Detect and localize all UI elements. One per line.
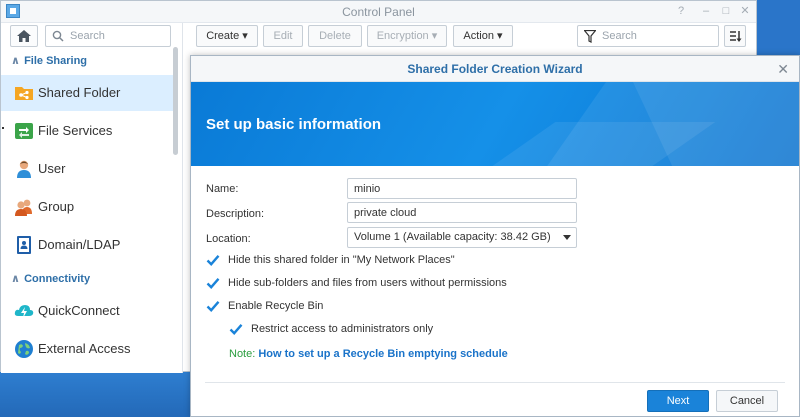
location-selected-value: Volume 1 (Available capacity: 38.42 GB) … <box>354 231 554 243</box>
filter-icon <box>584 30 596 43</box>
sidebar-item-label: Group <box>38 199 75 214</box>
mouse-cursor <box>2 127 4 129</box>
checkbox-checked-icon[interactable] <box>229 322 243 336</box>
collapse-chevron-icon: ∧ <box>11 273 20 285</box>
description-label: Description: <box>206 208 265 220</box>
chevron-down-icon <box>563 235 571 240</box>
sidebar: Search ∧ File Sharing Shared Folder File… <box>1 23 183 373</box>
shared-folder-icon <box>15 87 33 100</box>
shared-folder-creation-wizard: Shared Folder Creation Wizard ✕ Set up b… <box>190 55 800 417</box>
sidebar-item-label: External Access <box>38 341 131 356</box>
edit-button[interactable]: Edit <box>263 25 303 47</box>
checkbox-checked-icon[interactable] <box>206 253 220 267</box>
dropdown-caret-icon: ▾ <box>431 30 438 42</box>
sidebar-item-shared-folder[interactable]: Shared Folder <box>1 75 173 111</box>
wizard-title: Shared Folder Creation Wizard <box>407 62 583 76</box>
collapse-chevron-icon: ∧ <box>11 55 20 67</box>
external-access-icon <box>15 340 33 358</box>
sort-button[interactable] <box>724 25 746 47</box>
section-file-sharing[interactable]: ∧ File Sharing <box>11 54 87 67</box>
recycle-bin-note: Note: How to set up a Recycle Bin emptyi… <box>229 348 508 360</box>
location-select[interactable]: Volume 1 (Available capacity: 38.42 GB) … <box>347 227 577 248</box>
sidebar-search-input[interactable]: Search <box>45 25 171 47</box>
help-icon[interactable]: ? <box>674 4 688 18</box>
group-icon <box>15 199 32 216</box>
footer-divider <box>205 382 785 383</box>
window-titlebar[interactable]: Control Panel ? – □ ✕ <box>1 1 756 23</box>
sidebar-item-domain-ldap[interactable]: Domain/LDAP <box>11 227 171 263</box>
quickconnect-icon <box>14 305 34 318</box>
delete-button[interactable]: Delete <box>308 25 362 47</box>
search-icon <box>52 30 64 42</box>
sidebar-item-group[interactable]: Group <box>11 189 171 225</box>
dropdown-caret-icon: ▾ <box>497 30 503 42</box>
location-label: Location: <box>206 233 251 245</box>
sidebar-item-quickconnect[interactable]: QuickConnect <box>11 293 171 329</box>
sidebar-item-label: File Services <box>38 123 113 138</box>
maximize-icon[interactable]: □ <box>719 4 733 18</box>
note-prefix: Note: <box>229 348 256 360</box>
create-button[interactable]: Create ▾ <box>196 25 258 47</box>
section-connectivity[interactable]: ∧ Connectivity <box>11 272 90 285</box>
wizard-heading: Set up basic information <box>206 116 382 133</box>
action-button[interactable]: Action ▾ <box>453 25 513 47</box>
name-label: Name: <box>206 183 239 195</box>
dropdown-caret-icon: ▾ <box>242 30 248 42</box>
next-button[interactable]: Next <box>647 390 709 412</box>
home-icon <box>17 30 31 42</box>
encryption-button[interactable]: Encryption ▾ <box>367 25 447 47</box>
minimize-icon[interactable]: – <box>699 4 713 18</box>
description-input[interactable] <box>347 202 577 223</box>
close-window-icon[interactable]: ✕ <box>738 4 752 18</box>
file-services-icon <box>15 123 33 139</box>
home-button[interactable] <box>10 25 38 47</box>
sidebar-item-user[interactable]: User <box>11 151 171 187</box>
sidebar-item-external-access[interactable]: External Access <box>11 331 171 367</box>
sidebar-item-label: Domain/LDAP <box>38 237 121 252</box>
cancel-button[interactable]: Cancel <box>716 390 778 412</box>
wizard-titlebar[interactable]: Shared Folder Creation Wizard ✕ <box>191 56 799 82</box>
sidebar-item-label: Shared Folder <box>38 85 121 100</box>
sidebar-search-placeholder: Search <box>70 30 105 42</box>
user-icon <box>17 160 31 178</box>
close-icon[interactable]: ✕ <box>777 61 789 78</box>
filter-search-placeholder: Search <box>602 30 637 42</box>
recycle-bin-schedule-link[interactable]: How to set up a Recycle Bin emptying sch… <box>258 348 507 360</box>
checkbox-checked-icon[interactable] <box>206 276 220 290</box>
sidebar-item-label: User <box>38 161 66 176</box>
sort-icon <box>730 31 742 42</box>
sidebar-scrollbar[interactable] <box>173 47 178 155</box>
sidebar-item-file-services[interactable]: File Services <box>11 113 171 149</box>
checkbox-checked-icon[interactable] <box>206 299 220 313</box>
wizard-banner: Set up basic information <box>191 82 799 166</box>
name-input[interactable] <box>347 178 577 199</box>
filter-search-input[interactable]: Search <box>577 25 719 47</box>
sidebar-item-label: QuickConnect <box>38 303 120 318</box>
window-title: Control Panel <box>342 5 415 19</box>
domain-ldap-icon <box>17 236 31 254</box>
